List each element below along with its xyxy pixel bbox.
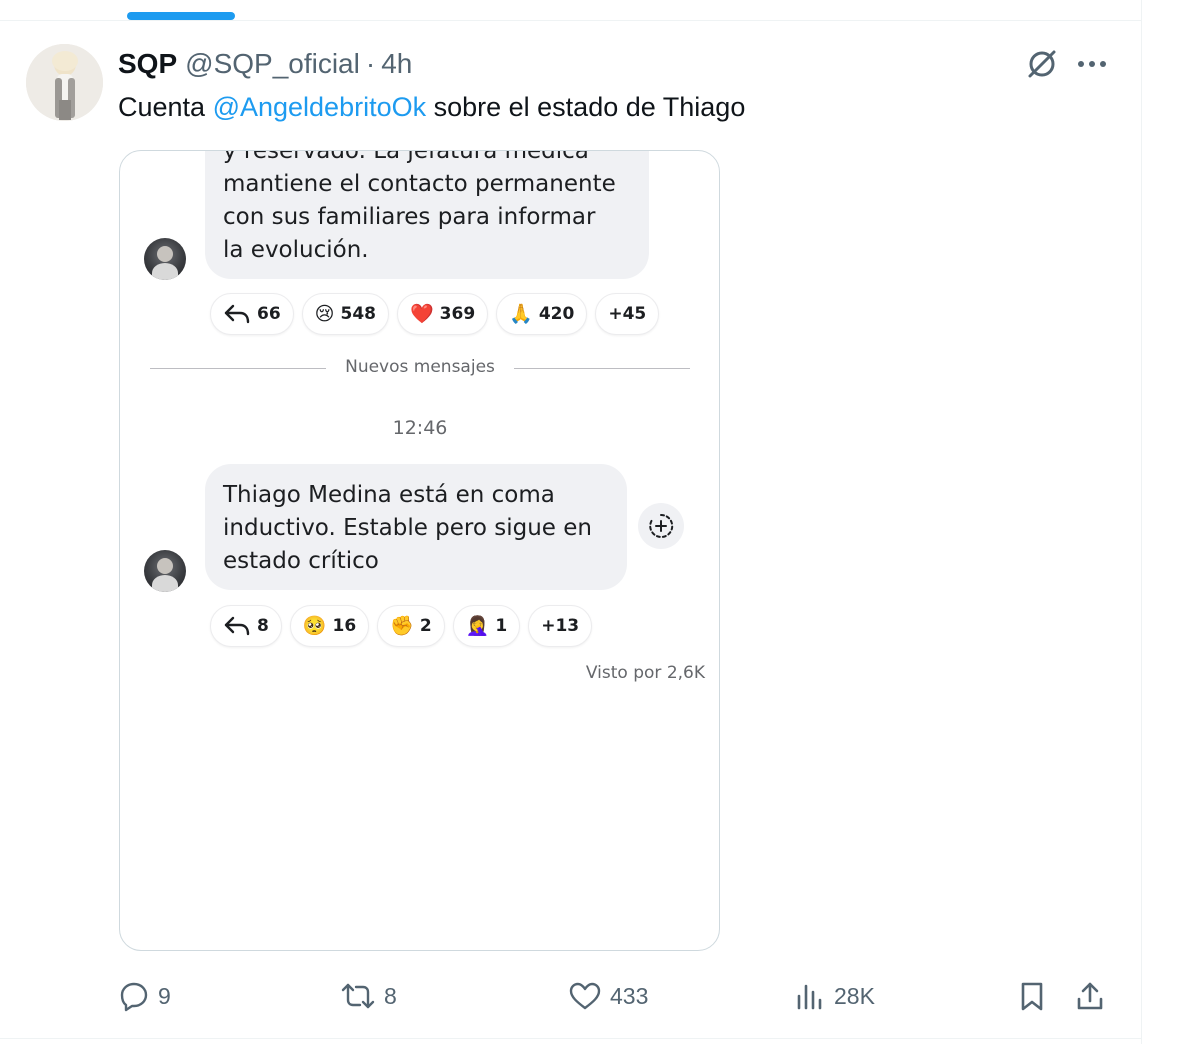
message-1-reactions: 66 😢 548 ❤️ 369 🙏 420 +45: [210, 293, 660, 335]
reaction-count: 8: [257, 616, 269, 636]
share-button[interactable]: [1074, 972, 1106, 1020]
facepalm-icon: 🤦‍♀️: [465, 614, 490, 637]
reply-icon: [120, 982, 148, 1012]
like-button[interactable]: 433: [568, 972, 648, 1020]
raised-fist-icon: ✊: [390, 614, 414, 637]
message-2-line: Thiago Medina está en coma: [223, 482, 555, 508]
folded-hands-icon: 🙏: [509, 302, 533, 325]
views-button[interactable]: 28K: [794, 972, 875, 1020]
author-handle[interactable]: @SQP_oficial: [185, 48, 360, 80]
reaction-count: 16: [332, 616, 357, 636]
reaction-fist: ✊ 2: [377, 605, 445, 647]
reaction-count: 420: [538, 304, 575, 324]
media-attachment[interactable]: y reservado. La jefatura médica mantiene…: [119, 150, 720, 951]
red-heart-icon: ❤️: [409, 302, 434, 325]
heart-icon: [569, 982, 601, 1010]
reaction-pleading: 🥺 16: [289, 605, 370, 647]
message-1-line: y reservado. La jefatura médica: [223, 150, 589, 164]
author-name[interactable]: SQP: [118, 48, 177, 80]
author-avatar[interactable]: [26, 44, 103, 121]
repost-button[interactable]: 8: [340, 972, 397, 1020]
bookmark-button[interactable]: [1016, 972, 1048, 1020]
message-2-line: inductivo. Estable pero sigue en: [223, 515, 592, 541]
avatar-photo: [26, 44, 103, 121]
reaction-facepalm: 🤦‍♀️ 1: [452, 605, 521, 647]
reaction-count: +13: [541, 616, 580, 636]
message-bubble-1: y reservado. La jefatura médica mantiene…: [205, 150, 649, 279]
repost-icon: [341, 983, 375, 1009]
message-1-line: la evolución.: [223, 237, 369, 263]
reaction-more: +13: [528, 605, 593, 647]
message-timestamp: 12:46: [392, 417, 448, 439]
reply-count: 9: [158, 982, 171, 1009]
message-bubble-2: Thiago Medina está en coma inductivo. Es…: [205, 464, 627, 590]
tweet-text-before: Cuenta: [118, 92, 213, 122]
top-divider: [0, 20, 1142, 21]
reaction-reply: 8: [210, 605, 282, 647]
seen-by-label: Visto por 2,6K: [585, 663, 705, 683]
reaction-count: +45: [608, 304, 647, 324]
new-messages-rule-right: [514, 368, 690, 369]
share-icon: [1077, 982, 1103, 1010]
crying-face-icon: 😢: [314, 302, 335, 325]
reply-button[interactable]: 9: [118, 972, 171, 1020]
tweet-time[interactable]: 4h: [381, 48, 412, 80]
reaction-count: 66: [257, 304, 281, 324]
more-options-icon[interactable]: [1072, 44, 1112, 84]
tweet-text-after: sobre el estado de Thiago: [426, 92, 746, 122]
reaction-more: +45: [595, 293, 660, 335]
header-separator: ·: [365, 48, 376, 79]
sender-avatar: [144, 550, 186, 592]
reaction-heart: ❤️ 369: [396, 293, 489, 335]
new-messages-rule-left: [150, 368, 326, 369]
add-reaction-icon: [638, 503, 684, 549]
reply-arrow-icon: [224, 616, 250, 636]
sender-avatar: [144, 238, 186, 280]
reaction-pray: 🙏 420: [496, 293, 588, 335]
bookmark-icon: [1021, 982, 1043, 1011]
reply-arrow-icon: [224, 304, 250, 324]
message-1-line: con sus familiares para informar: [223, 204, 596, 230]
reaction-count: 369: [439, 304, 476, 324]
new-messages-label: Nuevos mensajes: [345, 357, 495, 377]
reaction-reply: 66: [210, 293, 294, 335]
message-2-line: estado crítico: [223, 548, 379, 574]
mention-link[interactable]: @AngeldebritoOk: [213, 92, 427, 122]
grok-icon[interactable]: [1022, 44, 1062, 84]
reaction-crying: 😢 548: [301, 293, 389, 335]
pleading-face-icon: 🥺: [302, 614, 327, 637]
views-chart-icon: [797, 984, 822, 1010]
timeline-right-border: [1141, 0, 1142, 1044]
active-tab-indicator: [127, 12, 235, 20]
message-2-reactions: 8 🥺 16 ✊ 2 🤦‍♀️ 1 +13: [210, 605, 593, 647]
like-count: 433: [610, 982, 649, 1009]
tweet-header: SQP @SQP_oficial · 4h: [118, 46, 412, 82]
reaction-count: 548: [340, 304, 376, 324]
chat-screenshot: y reservado. La jefatura médica mantiene…: [120, 151, 719, 950]
tweet-text: Cuenta @AngeldebritoOk sobre el estado d…: [118, 88, 745, 126]
bottom-divider: [0, 1038, 1142, 1039]
message-1-line: mantiene el contacto permanente: [223, 171, 616, 197]
views-count: 28K: [834, 982, 875, 1009]
tweet-actions: 9 8 433 28K: [118, 972, 1114, 1020]
reaction-count: 2: [419, 616, 432, 636]
repost-count: 8: [384, 982, 397, 1009]
reaction-count: 1: [495, 616, 508, 636]
